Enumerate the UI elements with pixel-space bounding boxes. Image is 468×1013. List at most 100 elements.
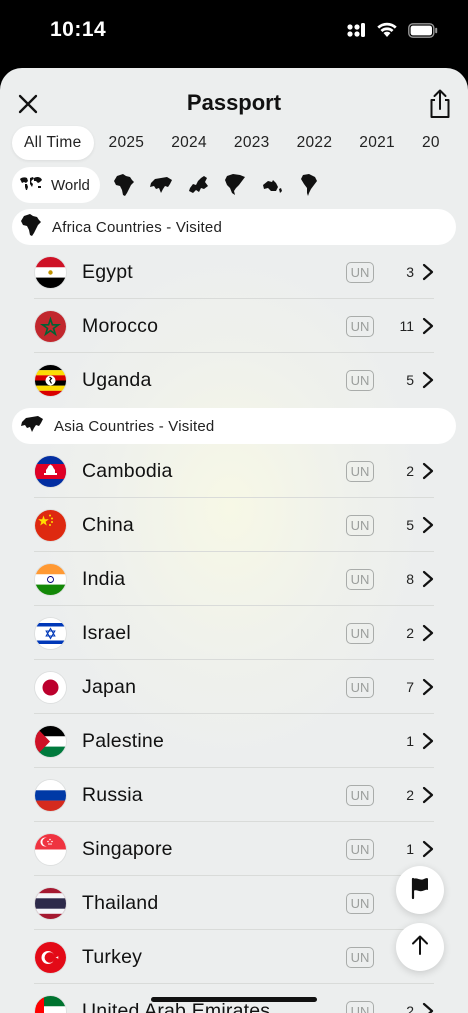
country-name: India	[82, 567, 126, 590]
chevron-right-icon	[422, 678, 434, 696]
south-america-icon[interactable]	[297, 173, 321, 197]
asia-icon[interactable]	[149, 173, 173, 197]
chevron-right-icon	[422, 263, 434, 281]
chevron-right-icon	[422, 462, 434, 480]
tab-all-time[interactable]: All Time	[12, 126, 94, 160]
tab-2023[interactable]: 2023	[222, 126, 282, 160]
country-row-russia[interactable]: Russia UN 2	[34, 768, 434, 822]
flag-icon	[409, 876, 431, 905]
un-badge: UN	[346, 622, 374, 644]
chevron-right-icon	[422, 624, 434, 642]
country-row-morocco[interactable]: Morocco UN 11	[34, 299, 434, 353]
country-name: Uganda	[82, 368, 152, 391]
visit-count: 3	[406, 264, 414, 280]
flag-button[interactable]	[396, 866, 444, 914]
chevron-right-icon	[422, 516, 434, 534]
tab-2024[interactable]: 2024	[159, 126, 219, 160]
region-filter: World	[12, 167, 334, 203]
uae-flag-icon	[35, 995, 66, 1013]
country-name: Singapore	[82, 837, 173, 860]
un-badge: UN	[346, 568, 374, 590]
country-name: Cambodia	[82, 459, 173, 482]
oceania-icon[interactable]	[260, 173, 284, 197]
un-badge: UN	[346, 514, 374, 536]
africa-icon[interactable]	[112, 173, 136, 197]
singapore-flag-icon	[35, 833, 66, 865]
chevron-right-icon	[422, 732, 434, 750]
un-badge: UN	[346, 892, 374, 914]
country-row-india[interactable]: India UN 8	[34, 552, 434, 606]
battery-icon	[408, 22, 438, 43]
country-row-egypt[interactable]: Egypt UN 3	[34, 245, 434, 299]
visit-count: 11	[399, 318, 414, 334]
uganda-flag-icon	[35, 364, 66, 396]
palestine-flag-icon	[35, 725, 66, 757]
japan-flag-icon	[35, 671, 66, 703]
share-icon[interactable]	[426, 88, 454, 120]
visit-count: 5	[406, 517, 414, 533]
country-name: Russia	[82, 783, 143, 806]
page-title: Passport	[186, 90, 282, 115]
world-map-icon	[19, 175, 43, 195]
country-name: Thailand	[82, 891, 159, 914]
asia-icon	[20, 414, 44, 438]
world-filter-button[interactable]: World	[12, 167, 100, 203]
visit-count: 2	[406, 787, 414, 803]
scroll-to-top-button[interactable]	[396, 923, 444, 971]
thailand-flag-icon	[35, 887, 66, 919]
un-badge: UN	[346, 460, 374, 482]
chevron-right-icon	[422, 840, 434, 858]
un-badge: UN	[346, 676, 374, 698]
country-name: Turkey	[82, 945, 143, 968]
country-row-uganda[interactable]: Uganda UN 5	[34, 353, 434, 407]
israel-flag-icon	[35, 617, 66, 649]
visit-count: 2	[406, 1003, 414, 1013]
chevron-right-icon	[422, 1002, 434, 1013]
country-row-cambodia[interactable]: Cambodia UN 2	[34, 444, 434, 498]
africa-icon	[20, 213, 42, 241]
section-label: Africa Countries - Visited	[52, 218, 222, 236]
country-name: China	[82, 513, 134, 536]
country-row-singapore[interactable]: Singapore UN 1	[34, 822, 434, 876]
china-flag-icon	[35, 509, 66, 541]
turkey-flag-icon	[35, 941, 66, 973]
country-row-israel[interactable]: Israel UN 2	[34, 606, 434, 660]
visit-count: 2	[406, 625, 414, 641]
status-bar: 10:14	[0, 0, 468, 64]
country-name: Japan	[82, 675, 137, 698]
visit-count: 5	[406, 372, 414, 388]
un-badge: UN	[346, 315, 374, 337]
europe-icon[interactable]	[186, 173, 210, 197]
tab-2021[interactable]: 2021	[347, 126, 407, 160]
country-row-china[interactable]: China UN 5	[34, 498, 434, 552]
un-badge: UN	[346, 1000, 374, 1013]
country-row-palestine[interactable]: Palestine 1	[34, 714, 434, 768]
chevron-right-icon	[422, 317, 434, 335]
section-header-africa: Africa Countries - Visited	[12, 209, 456, 245]
tab-2022[interactable]: 2022	[285, 126, 345, 160]
tab-2025[interactable]: 2025	[97, 126, 157, 160]
country-name: Israel	[82, 621, 131, 644]
country-row-turkey[interactable]: Turkey UN	[34, 930, 434, 984]
country-name: Egypt	[82, 260, 133, 283]
section-header-asia: Asia Countries - Visited	[12, 408, 456, 444]
visit-count: 1	[406, 733, 414, 749]
section-label: Asia Countries - Visited	[54, 417, 215, 435]
arrow-up-icon	[410, 934, 430, 961]
home-indicator[interactable]	[151, 997, 317, 1002]
north-america-icon[interactable]	[223, 173, 247, 197]
egypt-flag-icon	[35, 256, 66, 288]
visit-count: 2	[406, 463, 414, 479]
chevron-right-icon	[422, 371, 434, 389]
country-row-thailand[interactable]: Thailand UN	[34, 876, 434, 930]
visit-count: 8	[406, 571, 414, 587]
un-badge: UN	[346, 369, 374, 391]
visit-count: 7	[406, 679, 414, 695]
country-name: Palestine	[82, 729, 165, 752]
morocco-flag-icon	[35, 310, 66, 342]
india-flag-icon	[35, 563, 66, 595]
wifi-icon	[376, 22, 398, 43]
tab-20[interactable]: 20	[410, 126, 452, 160]
country-row-japan[interactable]: Japan UN 7	[34, 660, 434, 714]
un-badge: UN	[346, 946, 374, 968]
